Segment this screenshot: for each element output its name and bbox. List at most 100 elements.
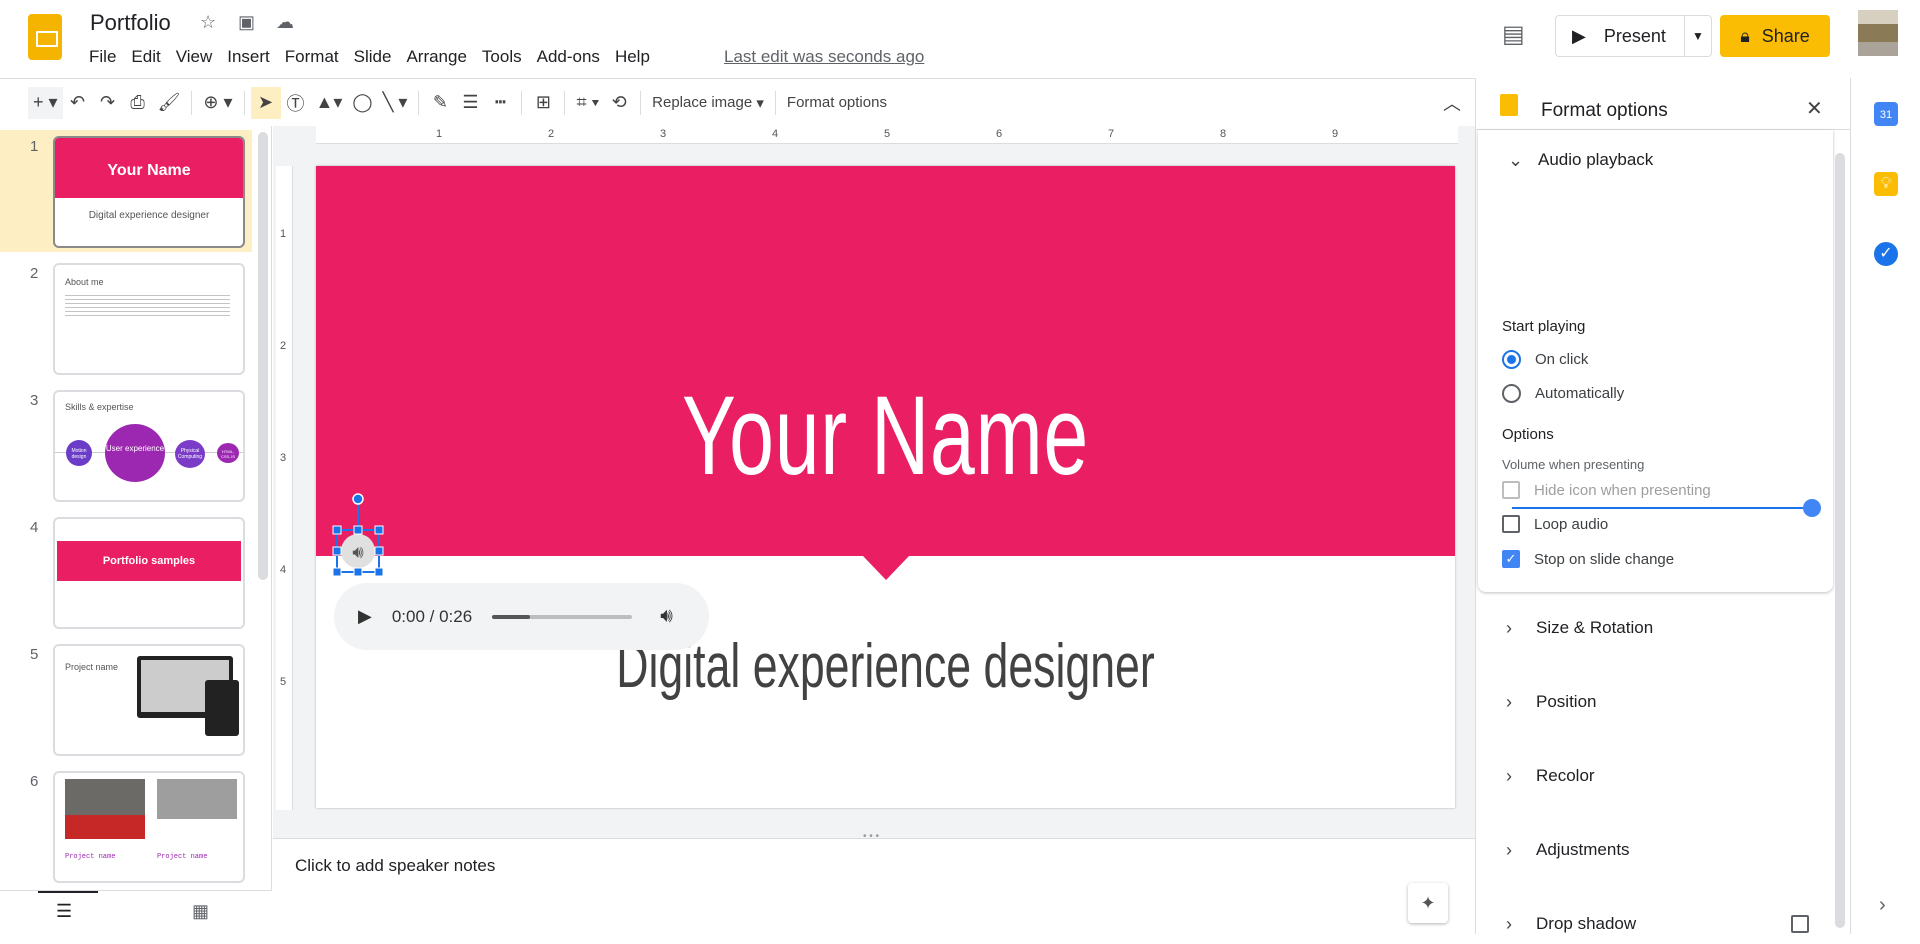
divider — [774, 90, 776, 115]
menu-view[interactable]: View — [176, 47, 221, 67]
ruler-tick-label: 1 — [280, 228, 287, 240]
menu-slide[interactable]: Slide — [354, 47, 400, 67]
slide-thumbnail-2[interactable]: 2 About me — [0, 257, 252, 379]
image-icon[interactable]: ▲▾ — [311, 87, 348, 119]
menu-insert[interactable]: Insert — [227, 47, 278, 67]
menu-addons[interactable]: Add-ons — [537, 47, 608, 67]
ruler-tick-label: 7 — [1108, 128, 1115, 140]
border-color-icon[interactable]: ✎ — [425, 87, 455, 119]
border-dash-icon[interactable]: ┅ — [485, 87, 515, 119]
format-options-button[interactable]: Format options — [782, 87, 892, 119]
paint-format-icon[interactable]: 🖌︎ — [153, 87, 186, 119]
move-folder-icon[interactable]: ▣ — [238, 12, 255, 33]
slide-thumbnail-1[interactable]: 1 Your Name Digital experience designer — [0, 130, 252, 252]
audio-time: 0:00 / 0:26 — [391, 606, 473, 626]
play-icon[interactable]: ▶ — [358, 606, 372, 627]
audio-playback-header[interactable]: ⌄ Audio playback — [1478, 130, 1833, 190]
horizontal-ruler[interactable]: 1 2 3 4 5 6 7 8 9 — [316, 126, 1458, 144]
section-recolor[interactable]: › Recolor — [1476, 756, 1831, 796]
zoom-icon[interactable]: ⊕ ▾ — [198, 87, 237, 119]
crop-icon[interactable]: ⌗ ▾ — [571, 87, 604, 119]
ruler-tick-label: 1 — [436, 128, 443, 140]
close-icon[interactable]: ✕ — [1806, 96, 1823, 121]
print-icon[interactable]: ⎙ — [123, 87, 153, 119]
start-playing-label: Start playing — [1502, 318, 1586, 335]
border-weight-icon[interactable]: ☰ — [455, 87, 485, 119]
section-position[interactable]: › Position — [1476, 682, 1831, 722]
add-comment-icon[interactable]: ⊞ — [528, 87, 558, 119]
section-size-rotation[interactable]: › Size & Rotation — [1476, 608, 1831, 648]
filmstrip-view-icon[interactable]: ☰ — [56, 901, 72, 922]
panel-scrollbar[interactable] — [1835, 153, 1845, 928]
ruler-tick-label: 3 — [660, 128, 667, 140]
last-edit-link[interactable]: Last edit was seconds ago — [724, 47, 924, 67]
reset-image-icon[interactable]: ⟲ — [604, 87, 634, 119]
avatar[interactable] — [1858, 10, 1898, 56]
ruler-tick-label: 5 — [884, 128, 891, 140]
drop-shadow-checkbox — [1791, 915, 1809, 933]
notes-resize-handle[interactable]: • • • — [863, 831, 879, 842]
redo-icon[interactable]: ↷ — [93, 87, 123, 119]
radio-on-click[interactable]: On click — [1502, 350, 1588, 369]
filmstrip: 1 Your Name Digital experience designer … — [0, 126, 272, 890]
calendar-icon[interactable]: 31 — [1874, 102, 1898, 126]
new-slide-button[interactable]: + ▾ — [28, 86, 63, 119]
menu-arrange[interactable]: Arrange — [406, 47, 474, 67]
volume-icon[interactable]: 🔊︎ — [660, 605, 673, 628]
undo-icon[interactable]: ↶ — [63, 87, 93, 119]
star-icon[interactable]: ☆ — [200, 12, 216, 33]
divider — [564, 90, 566, 115]
volume-slider[interactable] — [1512, 499, 1821, 517]
present-icon: ▶ — [1572, 25, 1586, 46]
vertical-ruler[interactable]: 1 2 3 4 5 — [276, 166, 293, 810]
menu-format[interactable]: Format — [285, 47, 347, 67]
checkbox-hide-icon[interactable]: Hide icon when presenting — [1502, 481, 1711, 499]
volume-label: Volume when presenting — [1502, 457, 1645, 472]
divider — [640, 90, 642, 115]
audio-progress-bar[interactable] — [492, 614, 633, 619]
collapse-toolbar-icon[interactable]: ︿ — [1437, 87, 1467, 119]
present-dropdown[interactable]: ▼ — [1685, 29, 1711, 43]
select-icon[interactable]: ➤ — [250, 86, 281, 119]
tasks-icon[interactable]: ✓ — [1874, 242, 1898, 266]
slide-canvas[interactable]: Your Name Digital experience designer — [316, 166, 1455, 808]
document-title[interactable]: Portfolio — [90, 10, 171, 36]
cloud-status-icon[interactable]: ☁ — [276, 12, 294, 33]
replace-image-button[interactable]: Replace image ▾ — [647, 87, 769, 119]
keep-icon[interactable]: 💡︎ — [1874, 172, 1898, 196]
slides-logo[interactable] — [28, 14, 62, 60]
speaker-notes[interactable]: • • • Click to add speaker notes ✦ — [273, 831, 1475, 934]
checkbox-stop-on-slide-change[interactable]: ✓ Stop on slide change — [1502, 550, 1674, 568]
slide-thumbnail-5[interactable]: 5 Project name — [0, 638, 252, 760]
comment-icon[interactable]: ▤ — [1502, 20, 1525, 49]
slide-title[interactable]: Your Name — [475, 371, 1295, 500]
section-adjustments[interactable]: › Adjustments — [1476, 830, 1831, 870]
radio-automatically[interactable]: Automatically — [1502, 384, 1624, 403]
shape-icon[interactable]: ◯ — [347, 87, 377, 119]
menu-tools[interactable]: Tools — [482, 47, 530, 67]
checkbox-loop-audio[interactable]: Loop audio — [1502, 515, 1608, 533]
slide-thumbnail-6[interactable]: 6 Project name Project name — [0, 765, 252, 887]
divider — [191, 90, 193, 115]
present-button[interactable]: ▶ Present ▼ — [1555, 15, 1712, 57]
expand-side-panel-icon[interactable]: › — [1879, 894, 1886, 917]
volume-slider-thumb[interactable] — [1803, 499, 1821, 517]
ruler-tick-label: 2 — [548, 128, 555, 140]
filmstrip-scrollbar[interactable] — [258, 132, 268, 580]
menu-help[interactable]: Help — [615, 47, 658, 67]
format-options-panel: Format options ✕ ⌄ Audio playback Start p… — [1475, 78, 1851, 934]
menu-edit[interactable]: Edit — [131, 47, 168, 67]
text-box-icon[interactable]: Ⓣ — [281, 87, 311, 119]
speaker-icon: 🔊︎ — [352, 542, 363, 562]
divider — [418, 90, 420, 115]
audio-object-selection[interactable]: 🔊︎ — [330, 490, 386, 580]
explore-button[interactable]: ✦ — [1408, 883, 1448, 923]
section-drop-shadow[interactable]: › Drop shadow — [1476, 904, 1831, 944]
line-icon[interactable]: ╲ ▾ — [378, 87, 413, 119]
menu-file[interactable]: File — [89, 47, 124, 67]
slide-thumbnail-4[interactable]: 4 Portfolio samples — [0, 511, 252, 633]
speaker-notes-placeholder[interactable]: Click to add speaker notes — [295, 856, 495, 876]
share-button[interactable]: 🔒︎ Share — [1720, 15, 1830, 57]
grid-view-icon[interactable]: ▦ — [192, 901, 209, 922]
slide-thumbnail-3[interactable]: 3 Skills & expertise Motion design User … — [0, 384, 252, 506]
